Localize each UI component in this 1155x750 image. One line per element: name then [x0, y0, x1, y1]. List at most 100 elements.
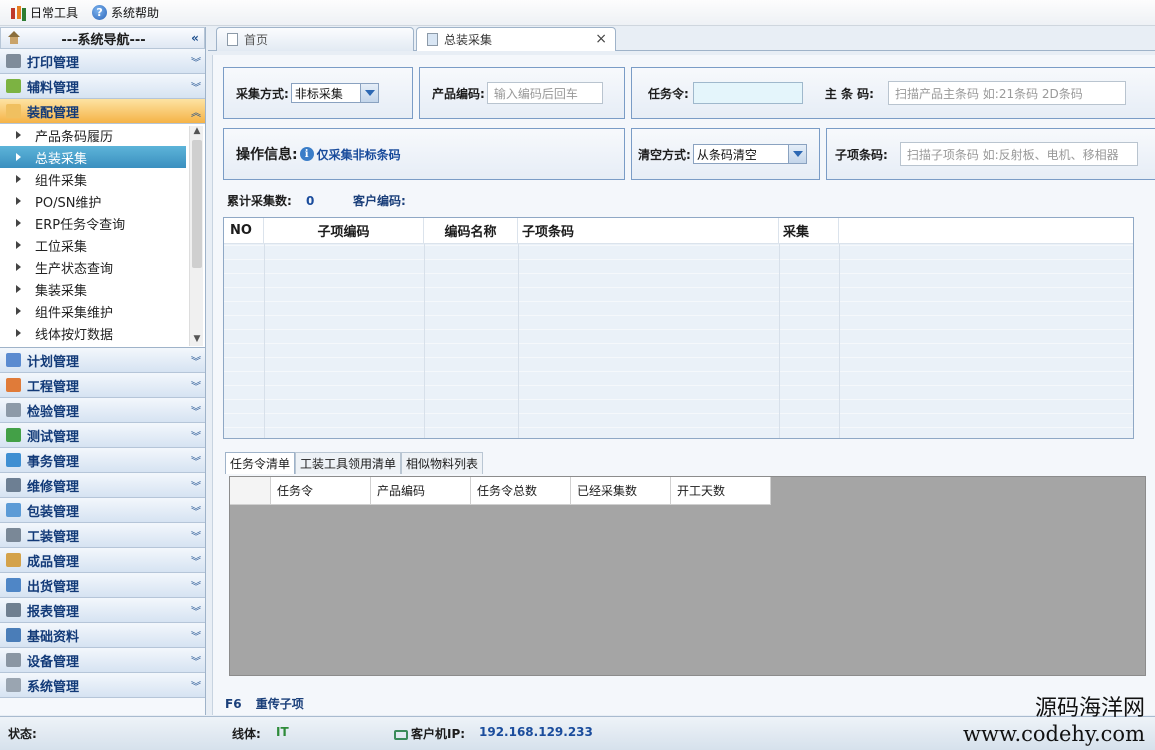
expand-arrow-icon — [16, 219, 21, 227]
task-list-grid[interactable]: 任务令 产品编码 任务令总数 已经采集数 开工天数 — [229, 476, 1146, 676]
nav-group-top-0[interactable]: 打印管理 ︾ — [0, 49, 205, 74]
clear-mode-select[interactable]: 从条码清空 — [692, 144, 807, 164]
tab-home[interactable]: 首页 — [216, 27, 414, 51]
chevron-down-icon[interactable]: ︾ — [187, 353, 205, 368]
bottom-tabs: 任务令清单 工装工具领用清单 相似物料列表 — [225, 452, 484, 474]
tab-final-assembly[interactable]: 总装采集 × — [416, 27, 616, 51]
sidebar-subitem[interactable]: 组件采集 — [0, 168, 186, 190]
product-code-panel: 产品编码: 输入编码后回车 — [419, 67, 625, 119]
nav-group-bottom-6[interactable]: 包装管理 ︾ — [0, 498, 205, 523]
col-sub-barcode[interactable]: 子项条码 — [518, 218, 779, 243]
chevron-down-icon[interactable]: ︾ — [187, 578, 205, 593]
tab-similar-materials[interactable]: 相似物料列表 — [401, 452, 484, 474]
col-product-code[interactable]: 产品编码 — [371, 477, 471, 505]
nav-group-label: 系统管理 — [27, 679, 80, 695]
sidebar-subitem[interactable]: 组件采集维护 — [0, 300, 186, 322]
nav-group-bottom-0[interactable]: 计划管理 ︾ — [0, 348, 205, 373]
dropdown-arrow-icon[interactable] — [359, 84, 378, 102]
nav-group-bottom-11[interactable]: 基础资料 ︾ — [0, 623, 205, 648]
chevron-down-icon[interactable]: ︾ — [187, 403, 205, 418]
menu-system-help[interactable]: ? 系统帮助 — [92, 4, 159, 21]
chevron-down-icon[interactable]: ︾ — [187, 653, 205, 668]
chevron-down-icon[interactable]: ︾ — [187, 553, 205, 568]
col-code-name[interactable]: 编码名称 — [424, 218, 518, 243]
nav-group-bottom-1[interactable]: 工程管理 ︾ — [0, 373, 205, 398]
dropdown-arrow-icon[interactable] — [787, 145, 806, 163]
sidebar-subitem[interactable]: 生产状态查询 — [0, 256, 186, 278]
info-icon: i — [299, 147, 314, 161]
chevron-down-icon[interactable]: ︾ — [187, 478, 205, 493]
watermark-line2: www.codehy.com — [963, 722, 1145, 746]
sub-barcode-input[interactable]: 扫描子项条码 如:反射板、电机、移相器 — [899, 142, 1138, 166]
task-input[interactable] — [692, 82, 803, 104]
nav-group-bottom-9[interactable]: 出货管理 ︾ — [0, 573, 205, 598]
nav-group-bottom-2[interactable]: 检验管理 ︾ — [0, 398, 205, 423]
task-list-header: 任务令 产品编码 任务令总数 已经采集数 开工天数 — [230, 477, 771, 505]
chevron-down-icon[interactable]: ︾ — [187, 603, 205, 618]
col-task-order[interactable]: 任务令 — [271, 477, 371, 505]
close-tab-icon[interactable]: × — [595, 31, 607, 47]
nav-group-icon — [6, 528, 21, 542]
nav-group-icon — [6, 503, 21, 517]
task-label: 任务令: — [648, 86, 689, 101]
main-barcode-input[interactable]: 扫描产品主条码 如:21条码 2D条码 — [887, 81, 1126, 105]
submenu-scrollbar[interactable]: ▲ ▼ — [189, 126, 203, 346]
nav-group-bottom-13[interactable]: 系统管理 ︾ — [0, 673, 205, 698]
chevron-down-icon[interactable]: ︾ — [187, 628, 205, 643]
nav-group-bottom-8[interactable]: 成品管理 ︾ — [0, 548, 205, 573]
sidebar-subitem[interactable]: ERP任务令查询 — [0, 212, 186, 234]
chevron-down-icon[interactable]: ︾ — [187, 678, 205, 693]
mode-panel: 采集方式: 非标采集 — [223, 67, 413, 119]
tab-final-assembly-label: 总装采集 — [444, 33, 493, 47]
mode-label: 采集方式: — [236, 86, 289, 101]
nav-group-top-1[interactable]: 辅料管理 ︾ — [0, 74, 205, 99]
chevron-down-icon[interactable]: ︾ — [187, 503, 205, 518]
col-task-total[interactable]: 任务令总数 — [471, 477, 571, 505]
sub-item-grid[interactable]: NO 子项编码 编码名称 子项条码 采集 — [223, 217, 1134, 439]
chevron-down-icon[interactable]: ︾ — [187, 453, 205, 468]
menu-daily-tools[interactable]: 日常工具 — [10, 4, 78, 21]
sidebar-subitem[interactable]: 工位采集 — [0, 234, 186, 256]
tab-task-list[interactable]: 任务令清单 — [225, 452, 296, 474]
menubar: 日常工具 ? 系统帮助 — [0, 0, 1155, 26]
client-ip: 客户机IP: — [394, 725, 465, 742]
tab-tooling-usage[interactable]: 工装工具领用清单 — [295, 452, 402, 474]
col-collected-count[interactable]: 已经采集数 — [571, 477, 671, 505]
scroll-up-icon[interactable]: ▲ — [190, 126, 204, 138]
nav-group-bottom-7[interactable]: 工装管理 ︾ — [0, 523, 205, 548]
nav-group-top-2[interactable]: 装配管理 ︽ — [0, 99, 205, 124]
line-value: IT — [276, 725, 289, 739]
sidebar-subitem[interactable]: 集装采集 — [0, 278, 186, 300]
chevron-down-icon[interactable]: ︾ — [187, 528, 205, 543]
nav-group-label: 设备管理 — [27, 654, 80, 670]
sidebar-subitem[interactable]: 线体按灯数据 — [0, 322, 186, 344]
col-collect[interactable]: 采集 — [779, 218, 839, 243]
chevron-down-icon[interactable]: ︾ — [187, 79, 205, 94]
chevron-down-icon[interactable]: ︾ — [187, 378, 205, 393]
page-icon — [427, 33, 438, 46]
col-no[interactable]: NO — [224, 218, 264, 243]
scrollbar-thumb[interactable] — [192, 140, 202, 268]
nav-group-bottom-12[interactable]: 设备管理 ︾ — [0, 648, 205, 673]
nav-group-bottom-3[interactable]: 测试管理 ︾ — [0, 423, 205, 448]
chevron-down-icon[interactable]: ︾ — [187, 54, 205, 69]
mode-select[interactable]: 非标采集 — [290, 83, 379, 103]
row-header-corner — [230, 477, 271, 505]
nav-group-bottom-5[interactable]: 维修管理 ︾ — [0, 473, 205, 498]
product-code-input[interactable]: 输入编码后回车 — [486, 82, 603, 104]
count-label: 累计采集数: — [227, 194, 292, 208]
sidebar-subitem[interactable]: PO/SN维护 — [0, 190, 186, 212]
nav-group-icon — [6, 54, 21, 68]
sidebar-subitem[interactable]: 产品条码履历 — [0, 124, 186, 146]
chevron-down-icon[interactable]: ︾ — [187, 428, 205, 443]
col-work-days[interactable]: 开工天数 — [671, 477, 771, 505]
col-sub-code[interactable]: 子项编码 — [264, 218, 424, 243]
collapse-sidebar-button[interactable]: « — [186, 31, 204, 45]
scroll-down-icon[interactable]: ▼ — [190, 334, 204, 346]
nav-group-bottom-10[interactable]: 报表管理 ︾ — [0, 598, 205, 623]
chevron-up-icon[interactable]: ︽ — [187, 104, 205, 119]
main-barcode-placeholder: 扫描产品主条码 如:21条码 2D条码 — [894, 86, 1083, 101]
sidebar-subitem[interactable]: 总装采集 — [0, 146, 186, 168]
nav-group-bottom-4[interactable]: 事务管理 ︾ — [0, 448, 205, 473]
resend-sub-item-hint[interactable]: F6 重传子项 — [225, 695, 304, 712]
